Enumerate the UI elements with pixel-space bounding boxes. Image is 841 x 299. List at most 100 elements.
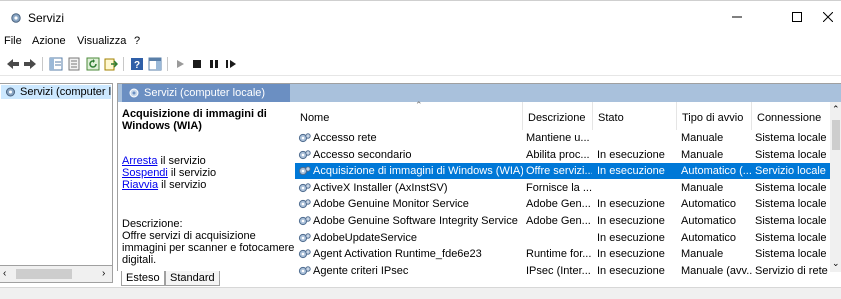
scroll-up-icon[interactable]: ⌃ <box>832 104 840 115</box>
svg-text:?: ? <box>134 60 140 71</box>
menu-azione[interactable]: Azione <box>32 35 66 47</box>
minimize-button[interactable] <box>715 1 759 33</box>
service-name-cell: Adobe Genuine Software Integrity Service <box>298 215 523 227</box>
service-gear-icon <box>298 198 311 210</box>
service-name: AdobeUpdateService <box>313 231 417 244</box>
toolbar: ? <box>0 52 841 76</box>
service-status: In esecuzione <box>597 148 665 161</box>
service-startup-type: Manuale <box>681 148 724 161</box>
table-row[interactable]: AdobeUpdateService In esecuzione Automatic… <box>295 230 830 246</box>
services-vertical-scrollbar[interactable]: ⌃ ⌄ <box>830 102 841 272</box>
service-name-cell: Accesso rete <box>298 132 523 144</box>
table-row[interactable]: ActiveX Installer (AxInstSV) Fornisce la … <box>295 180 830 196</box>
tree-horizontal-scrollbar[interactable]: ‹ › <box>0 266 113 283</box>
table-row[interactable]: Adobe Genuine Software Integrity Service… <box>295 213 830 229</box>
column-label: Descrizione <box>528 112 586 124</box>
forward-arrow-icon[interactable] <box>22 56 38 72</box>
description-text: Offre servizi di acquisizione immagini p… <box>122 230 295 266</box>
service-status: In esecuzione <box>597 264 665 277</box>
column-header-nome[interactable]: Nome ⌃ <box>295 100 523 130</box>
tree-item-servizi[interactable]: Servizi (computer locale) <box>1 85 111 99</box>
service-name: ActiveX Installer (AxInstSV) <box>313 181 448 194</box>
help-icon[interactable]: ? <box>129 56 145 72</box>
table-row[interactable]: Acquisizione di immagini di Windows (WIA… <box>295 163 830 180</box>
scroll-down-icon[interactable]: ⌄ <box>832 258 840 269</box>
column-label: Nome <box>300 112 330 124</box>
services-list: Nome ⌃ Descrizione Stato Tipo di avvio C… <box>295 100 830 277</box>
table-row[interactable]: Adobe Genuine Monitor Service Adobe Gen..… <box>295 196 830 212</box>
action-text: il servizio <box>157 155 206 167</box>
scroll-left-icon[interactable]: ‹ <box>3 268 6 279</box>
service-gear-icon <box>298 149 311 161</box>
column-label: Stato <box>598 112 624 124</box>
service-name: Accesso rete <box>313 132 377 144</box>
menu-bar: File Azione Visualizza ? <box>0 32 841 50</box>
service-name-cell: Agent Activation Runtime_fde6e23 <box>298 248 523 260</box>
tab-esteso[interactable]: Esteso <box>121 271 165 286</box>
service-description: IPsec (Inter... <box>526 264 591 277</box>
menu-file[interactable]: File <box>4 35 22 47</box>
pane-header-title: Servizi (computer locale) <box>144 87 266 99</box>
pause-service-icon[interactable] <box>206 56 222 72</box>
service-gear-icon <box>298 215 311 227</box>
view-tabs: Esteso Standard <box>117 271 317 287</box>
sort-ascending-icon: ⌃ <box>415 100 423 110</box>
restart-service-link[interactable]: Riavvia <box>122 179 158 191</box>
console-tree: Servizi (computer locale) <box>0 83 113 266</box>
menu-help[interactable]: ? <box>134 35 140 47</box>
scrollbar-thumb[interactable] <box>832 120 840 150</box>
column-header-tipo-avvio[interactable]: Tipo di avvio <box>677 102 752 130</box>
service-status: In esecuzione <box>597 198 665 211</box>
console-tree-icon[interactable] <box>48 56 64 72</box>
pane-header: Servizi (computer locale) <box>118 84 841 102</box>
service-logon: Servizio di rete <box>755 264 828 277</box>
services-pane: Servizi (computer locale) Acquisizione d… <box>117 83 841 277</box>
service-logon: Servizio locale <box>755 165 826 178</box>
services-gear-icon <box>9 12 23 27</box>
maximize-button[interactable] <box>775 1 819 33</box>
restart-service-icon[interactable] <box>223 56 239 72</box>
table-row[interactable]: Agente criteri IPsec IPsec (Inter... In es… <box>295 263 830 279</box>
service-name-cell: Acquisizione di immagini di Windows (WIA… <box>298 165 523 177</box>
service-actions: Arresta il servizio Sospendi il servizio… <box>122 155 216 191</box>
table-row[interactable]: Accesso secondario Abilita proc... In esec… <box>295 147 830 163</box>
service-startup-type: Automatico <box>681 198 737 211</box>
toolbar-separator <box>42 57 43 71</box>
services-gear-icon <box>4 86 17 98</box>
tab-standard[interactable]: Standard <box>165 271 220 286</box>
table-row[interactable]: Agent Activation Runtime_fde6e23 Runtime … <box>295 246 830 262</box>
service-status: In esecuzione <box>597 231 665 244</box>
service-startup-type: Manuale (avv... <box>681 264 753 277</box>
selected-service-title: Acquisizione di immagini di Windows (WIA… <box>122 108 267 132</box>
service-name-cell: AdobeUpdateService <box>298 232 523 244</box>
column-header-stato[interactable]: Stato <box>593 102 677 130</box>
show-hide-action-pane-icon[interactable] <box>147 56 163 72</box>
toolbar-separator <box>167 57 168 71</box>
service-name: Agente criteri IPsec <box>313 264 409 277</box>
service-startup-type: Manuale <box>681 248 724 261</box>
menu-visualizza[interactable]: Visualizza <box>77 35 126 47</box>
service-status <box>597 132 675 144</box>
refresh-icon[interactable] <box>85 56 101 72</box>
service-gear-icon <box>298 232 311 244</box>
service-logon: Sistema locale <box>755 132 827 144</box>
start-service-icon[interactable] <box>172 56 188 72</box>
column-header-connessione[interactable]: Connessione <box>752 102 830 130</box>
scrollbar-thumb[interactable] <box>16 269 72 279</box>
pause-service-link[interactable]: Sospendi <box>122 167 168 179</box>
service-status: In esecuzione <box>597 215 665 227</box>
scroll-right-icon[interactable]: › <box>102 268 105 279</box>
back-arrow-icon[interactable] <box>5 56 21 72</box>
title-bar: Servizi <box>0 0 841 32</box>
close-button[interactable] <box>815 1 841 33</box>
column-header-descrizione[interactable]: Descrizione <box>523 102 593 130</box>
stop-service-icon[interactable] <box>189 56 205 72</box>
table-row[interactable]: Accesso rete Mantiene u... Manuale Sistema … <box>295 130 830 146</box>
action-text: il servizio <box>158 179 207 191</box>
action-text: il servizio <box>167 167 217 179</box>
column-label: Connessione <box>757 112 822 124</box>
export-list-icon[interactable] <box>103 56 119 72</box>
properties-icon[interactable] <box>66 56 82 72</box>
stop-service-link[interactable]: Arresta <box>122 155 157 167</box>
column-label: Tipo di avvio <box>682 112 744 124</box>
